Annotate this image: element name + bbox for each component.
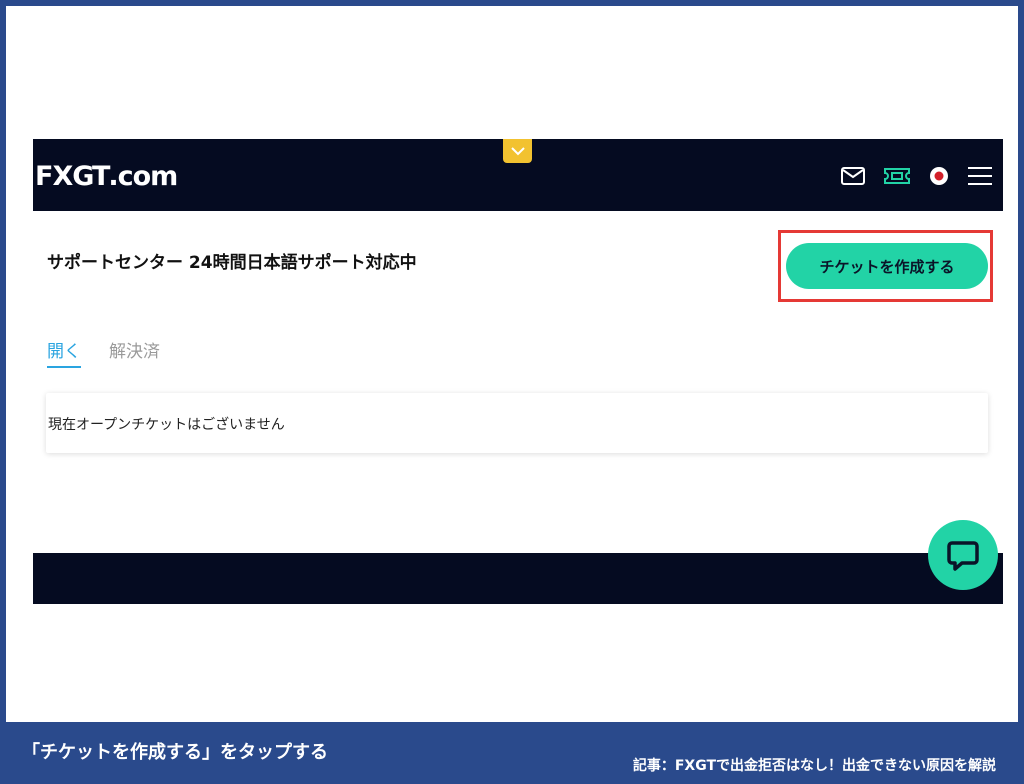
menu-icon[interactable] [967, 166, 993, 186]
top-header: FXGT.com [33, 139, 1003, 211]
tab-open[interactable]: 開く [47, 337, 81, 368]
instruction-caption: 「チケットを作成する」をタップする [22, 742, 328, 763]
create-ticket-button[interactable]: チケットを作成する [786, 243, 988, 289]
empty-tickets-message: 現在オープンチケットはございません [48, 417, 285, 433]
screenshot-frame: FXGT.com サポートセンター 24時間日本語サポート対応中 チケットを作成… [6, 6, 1018, 722]
support-page: FXGT.com サポートセンター 24時間日本語サポート対応中 チケットを作成… [33, 139, 1003, 604]
logo-fx: FX [35, 161, 73, 192]
fxgt-logo[interactable]: FXGT.com [35, 161, 178, 192]
chat-button[interactable] [928, 520, 998, 590]
page-footer [33, 553, 1003, 604]
ticket-icon[interactable] [883, 167, 911, 185]
chevron-down-icon [510, 146, 525, 155]
notice-dropdown-tab[interactable] [503, 139, 532, 163]
logo-gt: GT [72, 161, 110, 192]
tab-resolved[interactable]: 解決済 [109, 337, 160, 368]
header-icons [841, 166, 993, 186]
mail-icon[interactable] [841, 167, 865, 185]
ticket-tabs: 開く 解決済 [47, 337, 160, 368]
chat-bubble-icon [947, 541, 979, 571]
ticket-list-card: 現在オープンチケットはございません [46, 393, 988, 453]
page-title: サポートセンター 24時間日本語サポート対応中 [47, 253, 417, 273]
article-caption: 記事：FXGTで出金拒否はなし！出金できない原因を解説 [632, 758, 996, 774]
japan-flag-icon[interactable] [929, 166, 949, 186]
logo-domain: .com [108, 161, 178, 192]
